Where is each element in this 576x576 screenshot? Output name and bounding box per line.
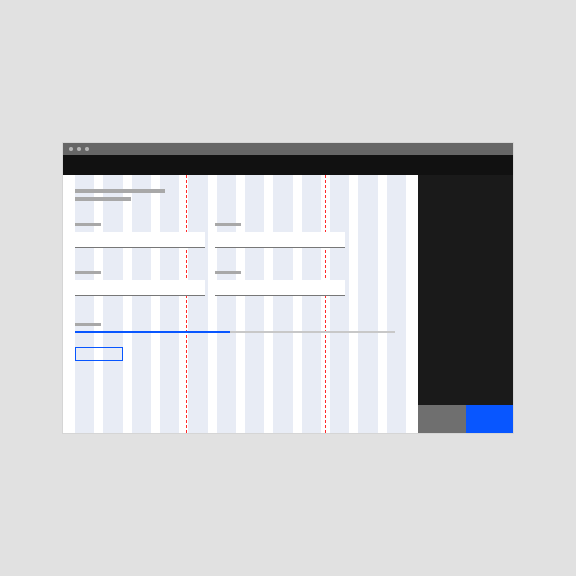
field-r1c1 (75, 223, 205, 249)
app-window (63, 143, 513, 433)
text-input[interactable] (215, 280, 345, 296)
text-input[interactable] (215, 232, 345, 248)
progress-fill (75, 331, 230, 333)
field-label (215, 223, 241, 226)
field-r1c2 (215, 223, 345, 249)
window-body (63, 175, 513, 433)
form-row-1 (75, 223, 406, 249)
field-r2c2 (215, 271, 345, 297)
window-menubar (63, 155, 513, 175)
text-input[interactable] (75, 280, 205, 296)
progress-label (75, 323, 101, 326)
window-titlebar (63, 143, 513, 155)
sidebar-panel (418, 175, 513, 433)
main-panel (63, 175, 418, 433)
form-row-2 (75, 271, 406, 297)
text-input[interactable] (75, 232, 205, 248)
window-minimize-icon[interactable] (77, 147, 81, 151)
heading-line-2 (75, 197, 131, 201)
heading-line-1 (75, 189, 165, 193)
progress-track[interactable] (75, 331, 395, 333)
form-area (63, 175, 418, 433)
field-label (215, 271, 241, 274)
footer-tile-secondary[interactable] (418, 405, 466, 433)
progress-row (75, 323, 406, 333)
sidebar-footer (418, 405, 513, 433)
footer-tile-primary[interactable] (466, 405, 514, 433)
window-close-icon[interactable] (69, 147, 73, 151)
field-label (75, 271, 101, 274)
field-label (75, 223, 101, 226)
field-r2c1 (75, 271, 205, 297)
submit-button[interactable] (75, 347, 123, 361)
window-maximize-icon[interactable] (85, 147, 89, 151)
